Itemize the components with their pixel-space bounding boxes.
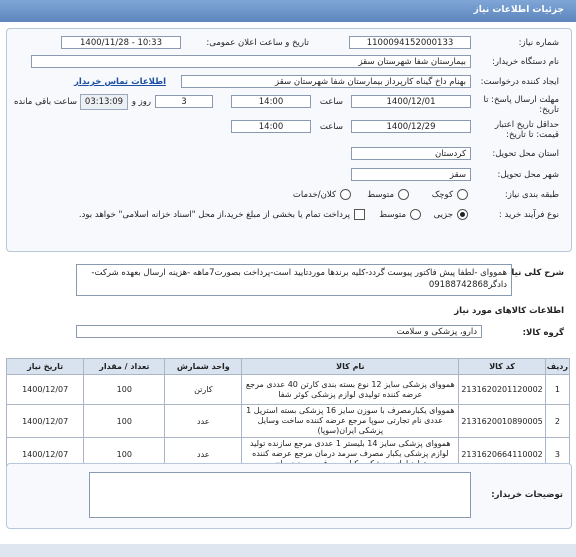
deadline-time-label: ساعت	[319, 97, 343, 107]
page-header: جزئیات اطلاعات نیاز	[0, 0, 576, 22]
purchase-partial-radio[interactable]	[457, 209, 468, 220]
cat-small-radio[interactable]	[457, 189, 468, 200]
buyer-org-field: بیمارستان شفا شهرستان سقز	[31, 55, 471, 68]
col-name: نام کالا	[241, 358, 460, 375]
group-field: دارو، پزشکی و سلامت	[76, 325, 482, 338]
contact-info-link[interactable]: اطلاعات تماس خریدار	[74, 77, 166, 87]
page-title: جزئیات اطلاعات نیاز	[473, 5, 564, 15]
description-text: همووای -لطفا پیش فاکتور پیوست گردد-کلیه …	[76, 264, 512, 296]
goods-title: اطلاعات کالاهای مورد نیاز	[454, 306, 564, 316]
buyer-org-label: نام دستگاه خریدار:	[492, 57, 559, 67]
item-date: 1400/12/07	[5, 404, 85, 438]
city-label: شهر محل تحویل:	[497, 170, 559, 180]
city-field: سقز	[351, 168, 471, 181]
item-qty: 100	[83, 404, 166, 438]
item-unit: کارتن	[164, 374, 243, 405]
notes-field	[89, 472, 471, 518]
cat-large-radio[interactable]	[340, 189, 351, 200]
description-label: شرح کلی نیاز:	[503, 268, 564, 278]
table-row: 1 2131620201120002 همووای پزشکی سایز 12 …	[5, 374, 571, 405]
item-name: همووای یکبارمصرف با سوزن سایز 16 پزشکی ب…	[241, 404, 460, 438]
validity-time-label: ساعت	[319, 122, 343, 132]
item-unit: عدد	[164, 404, 243, 438]
need-number-label: شماره نیاز:	[518, 38, 559, 48]
col-code: کد کالا	[458, 358, 546, 375]
validity-time-field: 14:00	[231, 120, 311, 133]
days-field: 3	[155, 95, 213, 108]
deadline-label: مهلت ارسال پاسخ: تا تاریخ:	[483, 95, 559, 115]
purchase-partial-label: جزیی	[433, 210, 453, 220]
item-date: 1400/12/07	[5, 374, 85, 405]
cat-large-label: کلان/خدمات	[292, 190, 336, 200]
deadline-date-field: 1400/12/01	[351, 95, 471, 108]
col-qty: تعداد / مقدار	[83, 358, 166, 375]
creator-label: ایجاد کننده درخواست:	[480, 77, 559, 87]
cat-small-label: کوچک	[431, 190, 453, 200]
col-date: تاریخ نیاز	[5, 358, 85, 375]
table-header-row: ردیف کد کالا نام کالا واحد شمارش تعداد /…	[5, 358, 571, 375]
validity-label: حداقل تاریخ اعتبار قیمت: تا تاریخ:	[494, 120, 559, 140]
item-name: همووای پزشکی سایز 12 نوع بسته بندی کارتن…	[241, 374, 460, 405]
items-table: ردیف کد کالا نام کالا واحد شمارش تعداد /…	[5, 358, 571, 471]
days-label: روز و	[131, 97, 151, 107]
row-number: 2	[544, 404, 571, 438]
payment-note: پرداخت تمام یا بخشی از مبلغ خرید،از محل …	[78, 210, 350, 220]
row-number: 1	[544, 374, 571, 405]
purchase-medium-label: متوسط	[379, 210, 406, 220]
table-row: 2 2131620010890005 همووای یکبارمصرف با س…	[5, 404, 571, 438]
item-qty: 100	[83, 374, 166, 405]
cat-medium-label: متوسط	[367, 190, 394, 200]
province-label: استان محل تحویل:	[492, 149, 559, 159]
cat-medium-radio[interactable]	[398, 189, 409, 200]
validity-date-field: 1400/12/29	[351, 120, 471, 133]
purchase-type-label: نوع فرآیند خرید :	[498, 210, 559, 220]
announce-label: تاریخ و ساعت اعلان عمومی:	[206, 38, 309, 48]
province-field: کردستان	[351, 147, 471, 160]
need-number-field: 1100094152000133	[349, 36, 471, 49]
purchase-medium-radio[interactable]	[410, 209, 421, 220]
creator-field: بهنام داخ گیناه کارپرداز بیمارستان شفا ش…	[181, 75, 471, 88]
treasury-checkbox[interactable]	[354, 209, 365, 220]
remaining-label: ساعت باقی مانده	[13, 97, 77, 107]
deadline-time-field: 14:00	[231, 95, 311, 108]
notes-label: توضیحات خریدار:	[491, 490, 563, 500]
notes-panel: توضیحات خریدار:	[6, 463, 572, 529]
col-row: ردیف	[544, 358, 571, 375]
group-label: گروه کالا:	[522, 328, 564, 338]
announce-field: 1400/11/28 - 10:33	[61, 36, 181, 49]
category-label: طبقه بندی نیاز:	[504, 190, 559, 200]
col-unit: واحد شمارش	[164, 358, 243, 375]
remaining-time: 03:13:09	[80, 94, 128, 110]
item-code: 2131620010890005	[458, 404, 546, 438]
item-code: 2131620201120002	[458, 374, 546, 405]
page-footer	[0, 544, 576, 557]
details-panel: شماره نیاز: 1100094152000133 تاریخ و ساع…	[6, 28, 572, 252]
